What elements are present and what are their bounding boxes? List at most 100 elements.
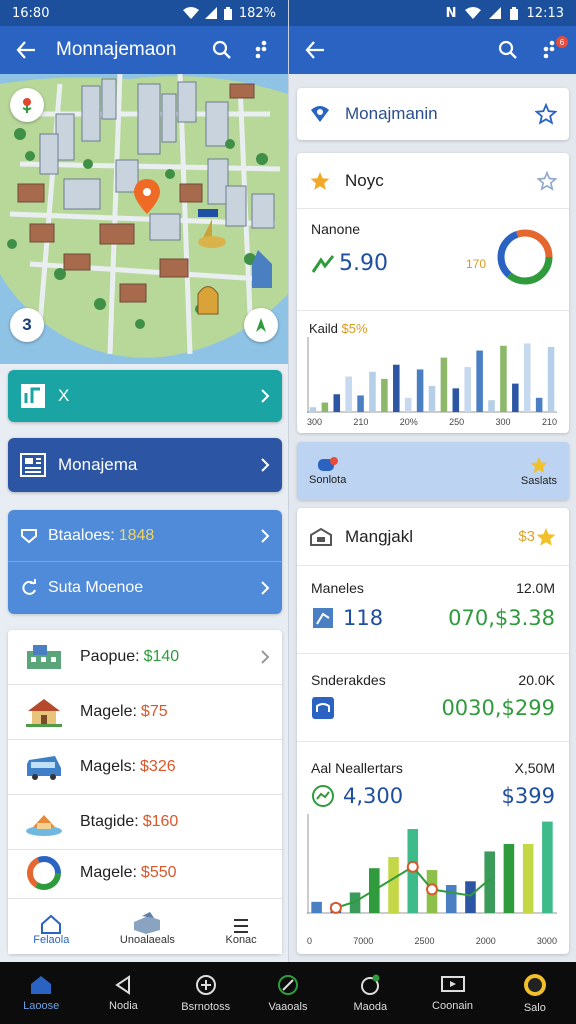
finance-card: Mangjakl $3 Maneles 12.0M 118 070,$3.38 … [297, 508, 569, 954]
chart-bar [440, 357, 448, 412]
bottom-nav: Felaola Unoalaeals Konac [8, 898, 282, 954]
property-row[interactable]: Magele: $75 [8, 685, 282, 740]
more-dots-icon[interactable]: 6 [534, 34, 568, 66]
chart-tick-label: 7000 [353, 936, 374, 946]
row-side: X,50M [514, 760, 555, 776]
property-row[interactable]: Btagide: $160 [8, 795, 282, 850]
chevron-right-icon [261, 528, 270, 543]
property-price: $75 [140, 703, 168, 720]
status-battery: 182% [238, 5, 276, 21]
app-bar: 6 [289, 26, 576, 74]
property-price: $140 [143, 648, 180, 665]
star-outline-icon[interactable] [535, 103, 557, 125]
teal-action-bar[interactable]: X [8, 370, 282, 422]
star-filled-icon [310, 171, 330, 190]
chart-tick-label: 2000 [475, 936, 496, 946]
chart-bar [488, 400, 495, 412]
nav-home[interactable]: Felaola [33, 914, 69, 946]
property-row[interactable]: Magels: $326 [8, 740, 282, 795]
city-map[interactable]: 3 [0, 74, 288, 364]
status-bar: 16:80 182% [0, 0, 288, 26]
summary-bar-chart: Kaild $5% 300 210 20% 250 300 210 [297, 311, 569, 433]
property-row[interactable]: Magele: $550 [8, 850, 282, 896]
map-count-badge[interactable]: 3 [10, 308, 44, 342]
sofa-icon [312, 697, 334, 719]
chart-2-ticks: 0 7000 2500 2000 3000 [307, 936, 557, 946]
search-icon[interactable] [492, 34, 524, 66]
chart-tick-label: 300 [307, 417, 323, 427]
package-icon [134, 912, 161, 934]
more-dots-icon[interactable] [246, 34, 278, 66]
property-label: Magels: [80, 758, 137, 775]
finance-row-3[interactable]: Aal Neallertars X,50M 4,300 $399 0 7000 25… [297, 742, 569, 952]
row-side: 20.0K [518, 672, 555, 688]
sysnav-home[interactable]: Laoose [6, 975, 76, 1012]
status-bar: N 12:13 [289, 0, 576, 26]
profile-icon [523, 973, 546, 996]
chart-bar [500, 345, 507, 412]
chart-point [406, 860, 419, 873]
nav-list[interactable]: Unoalaeals [120, 912, 175, 946]
sysnav-profile[interactable]: Salo [500, 973, 570, 1014]
row-value: 118 [343, 606, 384, 630]
sysnav-stats[interactable]: Vaaoals [253, 974, 323, 1013]
properties-card: Paopue: $140 Magele: $75 Magels: $326 Bt… [8, 630, 282, 954]
tab-left[interactable]: Sonlota [309, 456, 346, 486]
summary-header: Noyc [297, 153, 569, 209]
chart-tick-label: 210 [353, 417, 369, 427]
summary-card: Noyc Nanone 5.90 170 Kaild $5% 300 210 20%… [297, 153, 569, 433]
star-outline-icon[interactable] [537, 170, 557, 191]
finance-row-2[interactable]: Snderakdes 20.0K 0030,$299 [297, 654, 569, 742]
back-arrow-icon[interactable] [10, 34, 42, 66]
map-locate-button[interactable] [244, 308, 278, 342]
manage-bar[interactable]: Monajema [8, 438, 282, 492]
summary-title: Noyc [345, 170, 384, 190]
circle-icon [361, 974, 380, 995]
back-arrow-icon[interactable] [299, 34, 331, 66]
map-layers-button[interactable] [10, 88, 44, 122]
balance-row[interactable]: Btaaloes: 1848 [8, 510, 282, 562]
sysnav-back[interactable]: Nodia [88, 974, 158, 1012]
tab-strip: Sonlota Saslats [297, 442, 569, 500]
property-price: $160 [142, 813, 179, 830]
nav-menu[interactable]: Konac [225, 918, 257, 946]
sysnav-screen[interactable]: Coonain [418, 975, 488, 1012]
sysnav-media[interactable]: Maoda [335, 974, 405, 1013]
wifi-icon [464, 7, 481, 19]
chart-box-icon [21, 384, 45, 408]
property-row[interactable]: Paopue: $140 [8, 630, 282, 685]
chart-bar [476, 350, 483, 412]
property-label: Paopue: [80, 648, 140, 665]
teal-bar-label: X [58, 386, 70, 405]
chart-bar [523, 343, 531, 412]
chart-bar [416, 369, 424, 412]
finance-row-1[interactable]: Maneles 12.0M 118 070,$3.38 [297, 566, 569, 654]
chart-bar [381, 378, 388, 412]
trend-icon [311, 254, 335, 273]
apartment-icon [22, 639, 66, 675]
search-card[interactable]: Monajmanin [297, 88, 569, 140]
property-price: $550 [140, 864, 177, 881]
chart-bar [464, 367, 471, 412]
property-label: Magele: [80, 864, 137, 881]
tab-right[interactable]: Saslats [521, 455, 557, 487]
row-money: $399 [501, 784, 555, 808]
balance-card: Btaaloes: 1848 Suta Moenoe [8, 510, 282, 614]
home-icon [31, 975, 52, 994]
flower-pin-icon [22, 98, 32, 113]
home-outline-icon [310, 527, 332, 546]
chevron-right-icon [261, 458, 270, 472]
right-pane: N 12:13 6 Monajmanin Noyc Nanone 5.90 17… [288, 0, 576, 962]
bar-chart-1 [307, 337, 557, 413]
chart-bar [309, 407, 317, 412]
chart-label-value: $5% [341, 321, 368, 336]
row-label: Snderakdes [311, 672, 386, 688]
chart-bar [535, 397, 543, 412]
finance-title: Mangjakl [345, 526, 414, 546]
chart-bar [357, 395, 364, 412]
status-row[interactable]: Suta Moenoe [8, 562, 282, 614]
battery-icon [509, 6, 518, 20]
chart-tick-label: 250 [449, 417, 465, 427]
search-icon[interactable] [206, 34, 238, 66]
sysnav-add[interactable]: Bsrnotoss [171, 974, 241, 1013]
